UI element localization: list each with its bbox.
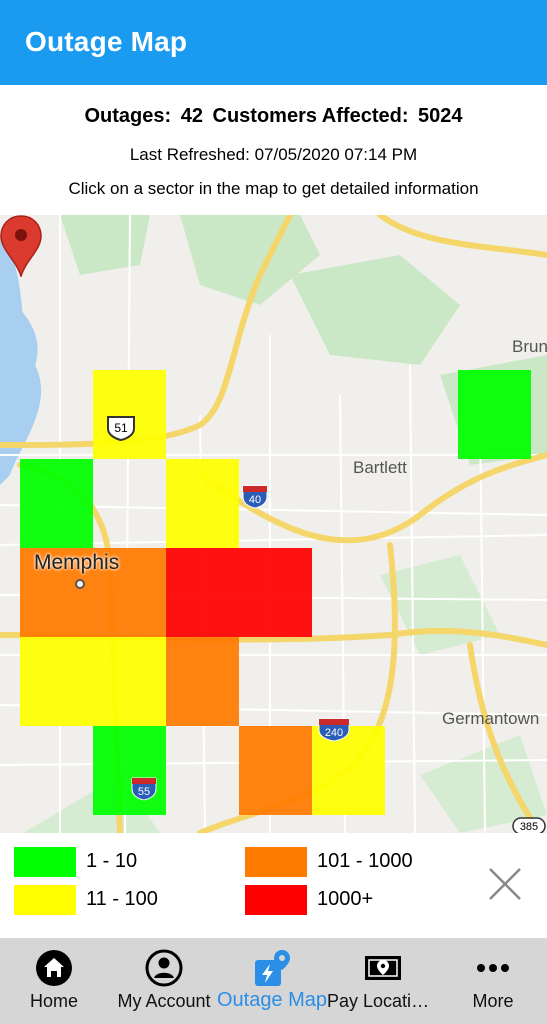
tab-pay-locations[interactable]: Pay Locations [327, 938, 439, 1024]
legend-label: 1000+ [317, 888, 374, 910]
legend-label: 1 - 10 [86, 850, 138, 872]
map-sector[interactable] [93, 637, 166, 726]
interstate-shield-icon: 55 [131, 777, 157, 801]
map-sector[interactable] [93, 726, 166, 815]
tab-more[interactable]: More [439, 938, 547, 1024]
interstate-240-label: 240 [325, 727, 343, 739]
map-sector[interactable] [166, 459, 239, 548]
route-385-label: 385 [520, 821, 538, 833]
page-title: Outage Map [25, 26, 188, 57]
tab-my-account-label: My Account [117, 991, 211, 1011]
map-sector[interactable] [458, 370, 531, 459]
tab-more-label: More [472, 991, 514, 1011]
map-legend: 1 - 10 11 - 100 101 - 1000 1000+ [0, 833, 547, 938]
customers-value: 5024 [418, 105, 463, 127]
legend-swatch [245, 847, 307, 877]
us-route-51-label: 51 [114, 421, 128, 435]
tab-outage-map-label: Outage Map [216, 989, 328, 1011]
map-label-brunswick: Brun [512, 337, 547, 356]
legend-swatch [14, 847, 76, 877]
more-icon [477, 964, 509, 972]
interstate-40-label: 40 [249, 494, 261, 506]
map-label-memphis: Memphis [34, 551, 120, 574]
map-hint: Click on a sector in the map to get deta… [68, 179, 479, 198]
map-sector[interactable] [239, 548, 312, 637]
customers-label: Customers Affected: [212, 105, 409, 127]
tab-outage-map[interactable]: Outage Map [216, 938, 328, 1024]
map-sector[interactable] [166, 637, 239, 726]
tab-home[interactable]: Home [0, 938, 108, 1024]
account-icon [145, 949, 183, 987]
us-route-shield-icon: 51 [107, 416, 135, 441]
outages-value: 42 [180, 105, 203, 127]
tab-home-label: Home [29, 991, 78, 1011]
pay-locations-icon [365, 956, 401, 980]
interstate-shield-icon: 40 [242, 485, 268, 509]
home-icon [36, 950, 72, 986]
interstate-55-label: 55 [138, 786, 150, 798]
map-sector[interactable] [20, 459, 93, 548]
location-pin-icon[interactable] [0, 215, 42, 277]
map-label-germantown: Germantown [442, 709, 540, 728]
close-legend-icon[interactable] [486, 865, 524, 903]
tab-my-account[interactable]: My Account [108, 938, 220, 1024]
outage-map-icon [255, 950, 290, 986]
map-label-bartlett: Bartlett [353, 458, 407, 477]
legend-label: 101 - 1000 [317, 850, 413, 872]
route-shield-icon: 385 [512, 817, 546, 833]
outage-summary: Outages: 42 Customers Affected: 5024 Las… [0, 85, 547, 215]
interstate-shield-icon: 240 [318, 718, 350, 742]
legend-label: 11 - 100 [86, 888, 158, 910]
last-refreshed: Last Refreshed: 07/05/2020 07:14 PM [129, 145, 418, 164]
map-sector[interactable] [239, 726, 312, 815]
outage-map[interactable]: Brun Bartlett Germantown Memphis 51 40 2… [0, 215, 547, 833]
city-dot-icon [75, 579, 85, 589]
legend-swatch [14, 885, 76, 915]
legend-swatch [245, 885, 307, 915]
map-sector[interactable] [20, 637, 93, 726]
app-bar: Outage Map [0, 0, 547, 85]
outage-stats: Outages: 42 Customers Affected: 5024 [0, 105, 547, 128]
bottom-tab-bar: Home My Account Outage Map Pay Locations [0, 938, 547, 1024]
map-sector[interactable] [166, 548, 239, 637]
tab-pay-locations-label: Pay Locations [327, 991, 439, 1011]
outages-label: Outages: [84, 105, 172, 127]
